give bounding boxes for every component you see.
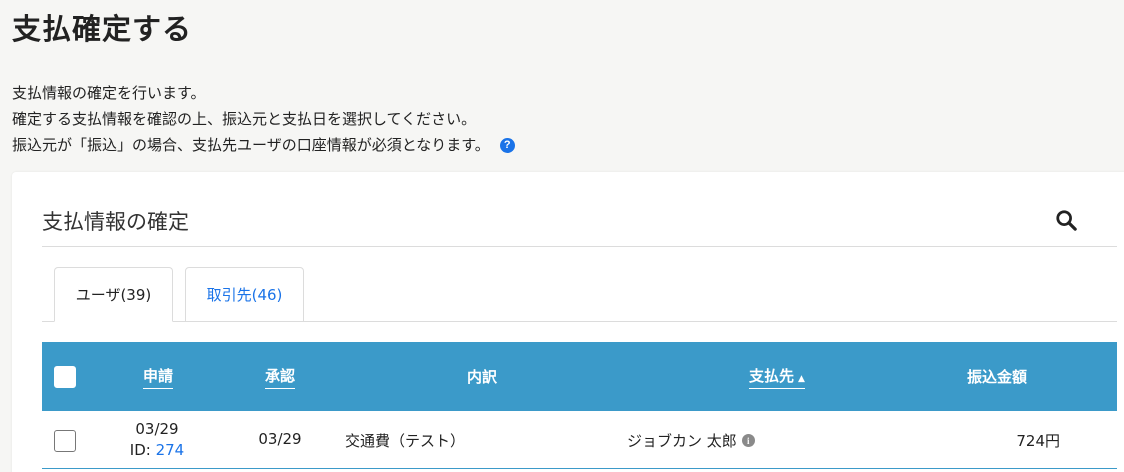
question-circle-icon[interactable]: ? bbox=[499, 137, 515, 153]
column-detail-label: 内訳 bbox=[466, 368, 497, 386]
id-label: ID: bbox=[129, 441, 151, 459]
tab-partner[interactable]: 取引先(46) bbox=[185, 267, 304, 322]
info-icon[interactable]: i bbox=[741, 434, 755, 447]
description-line-with-help: 振込元が「振込」の場合、支払先ユーザの口座情報が必須となります。 ? bbox=[12, 132, 515, 158]
table-header: 申請 承認 内訳 支払先 ▲ 振込金額 bbox=[42, 342, 1117, 411]
select-all-checkbox[interactable] bbox=[54, 366, 76, 388]
row-checkbox[interactable] bbox=[54, 430, 76, 452]
description-text: 振込元が「振込」の場合、支払先ユーザの口座情報が必須となります。 bbox=[12, 136, 490, 154]
approved-date: 03/29 bbox=[258, 430, 302, 448]
column-amount-label: 振込金額 bbox=[966, 368, 1027, 386]
tab-user[interactable]: ユーザ(39) bbox=[54, 267, 173, 322]
application-id: ID: 274 bbox=[122, 440, 192, 461]
description-line: 支払情報の確定を行います。 bbox=[12, 84, 206, 102]
page-title: 支払確定する bbox=[12, 12, 193, 46]
amount-cell: 724円 bbox=[1016, 432, 1060, 450]
payee-cell: ジョブカン 太郎 i bbox=[627, 430, 755, 451]
detail-cell: 交通費（テスト） bbox=[345, 432, 466, 450]
card-title: 支払情報の確定 bbox=[42, 210, 189, 234]
column-payee[interactable]: 支払先 ▲ bbox=[722, 342, 832, 411]
sort-ascending-icon: ▲ bbox=[798, 373, 805, 384]
search-icon[interactable] bbox=[1055, 209, 1077, 231]
column-approved-label[interactable]: 承認 bbox=[264, 365, 295, 389]
card-divider bbox=[42, 246, 1117, 247]
description-line: 確定する支払情報を確認の上、振込元と支払日を選択してください。 bbox=[12, 110, 477, 128]
page-description: 支払情報の確定を行います。 確定する支払情報を確認の上、振込元と支払日を選択して… bbox=[12, 80, 515, 158]
column-amount: 振込金額 bbox=[942, 342, 1052, 411]
payee-name: ジョブカン 太郎 bbox=[627, 432, 737, 450]
application-id-link[interactable]: 274 bbox=[156, 441, 185, 459]
applied-cell: 03/29 ID: 274 bbox=[122, 419, 192, 461]
column-payee-label[interactable]: 支払先 ▲ bbox=[749, 365, 805, 389]
column-payee-text: 支払先 bbox=[749, 366, 795, 385]
column-approved[interactable]: 承認 bbox=[252, 342, 308, 411]
applied-date: 03/29 bbox=[135, 420, 179, 438]
column-applied[interactable]: 申請 bbox=[130, 342, 186, 411]
table-row: 03/29 ID: 274 03/29 交通費（テスト） ジョブカン 太郎 i … bbox=[42, 411, 1117, 469]
payment-confirm-card: 支払情報の確定 ユーザ(39) 取引先(46) 申請 承認 内訳 支払先 ▲ 振込… bbox=[12, 172, 1124, 472]
column-applied-label[interactable]: 申請 bbox=[142, 365, 173, 389]
column-detail: 内訳 bbox=[452, 342, 512, 411]
